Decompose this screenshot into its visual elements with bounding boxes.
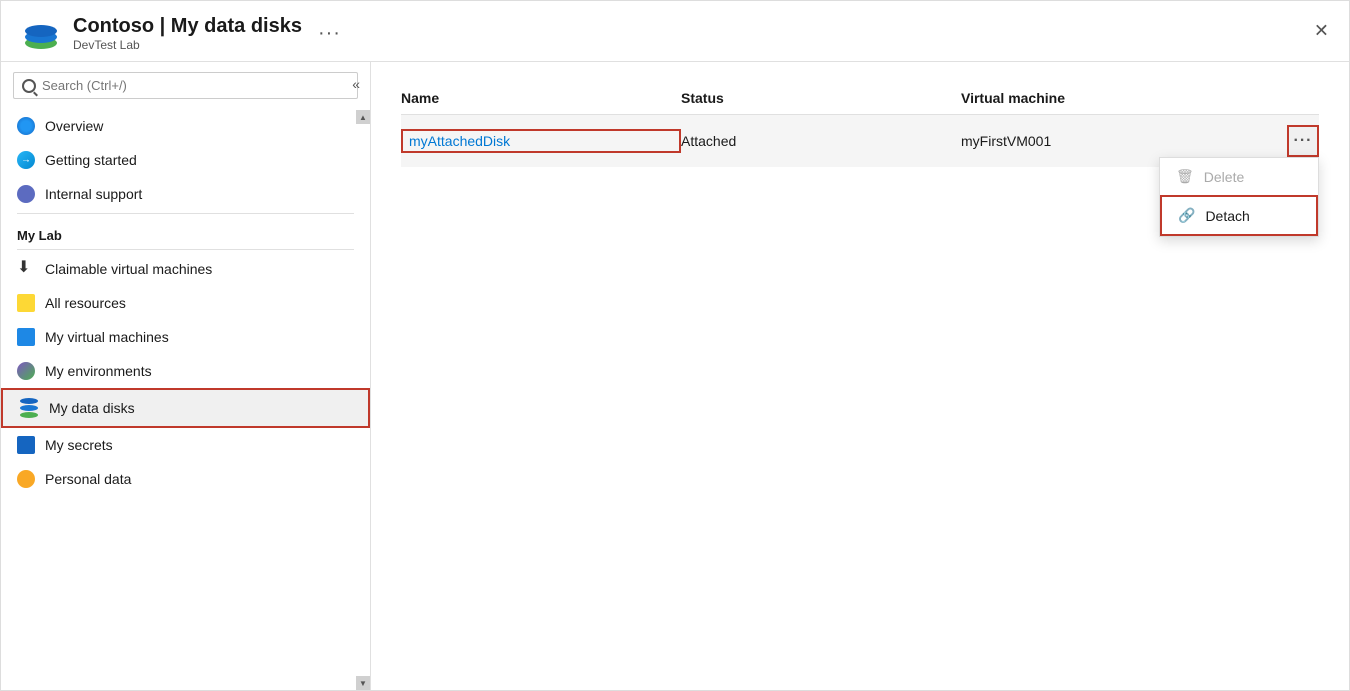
sidebar-item-claimable-vms[interactable]: ⬇ Claimable virtual machines — [1, 252, 370, 286]
context-menu-detach[interactable]: 🔗 Detach — [1160, 195, 1318, 236]
sidebar-item-label: Personal data — [45, 471, 131, 487]
all-resources-icon — [17, 294, 35, 312]
scroll-up-arrow[interactable]: ▲ — [356, 110, 370, 124]
sidebar-item-label: Getting started — [45, 152, 137, 168]
disk-vm: myFirstVM001 — [961, 133, 1287, 149]
page-title: Contoso | My data disks — [73, 15, 302, 38]
search-icon — [22, 79, 36, 93]
nav-divider — [17, 213, 354, 214]
close-button[interactable]: ✕ — [1314, 21, 1329, 42]
my-lab-section-label: My Lab — [1, 216, 370, 247]
collapse-sidebar-button[interactable]: « — [352, 76, 360, 92]
personal-data-icon — [17, 470, 35, 488]
sidebar-item-label: Claimable virtual machines — [45, 261, 212, 277]
sidebar-item-label: All resources — [45, 295, 126, 311]
row-more-button[interactable]: ··· — [1287, 125, 1319, 157]
col-header-vm: Virtual machine — [961, 90, 1319, 106]
internal-support-icon — [17, 185, 35, 203]
sidebar-item-label: Internal support — [45, 186, 142, 202]
sidebar-item-label: My virtual machines — [45, 329, 169, 345]
sidebar-item-label: Overview — [45, 118, 103, 134]
sidebar-nav: Overview Getting started Internal suppor… — [1, 109, 370, 690]
delete-icon: 🗑 — [1176, 168, 1194, 185]
table-header: Name Status Virtual machine — [401, 82, 1319, 115]
disk-status: Attached — [681, 133, 961, 149]
sidebar-item-my-vms[interactable]: My virtual machines — [1, 320, 370, 354]
nav-divider-2 — [17, 249, 354, 250]
sidebar-item-label: My secrets — [45, 437, 113, 453]
sidebar-item-personal-data[interactable]: Personal data — [1, 462, 370, 496]
body: « Overview Getting started Internal supp… — [1, 62, 1349, 690]
data-disks-icon — [19, 398, 39, 418]
sidebar-item-overview[interactable]: Overview — [1, 109, 370, 143]
search-box[interactable] — [13, 72, 358, 99]
context-menu-delete[interactable]: 🗑 Delete — [1160, 158, 1318, 195]
claimable-icon: ⬇ — [17, 260, 35, 278]
overview-icon — [17, 117, 35, 135]
sidebar-item-label: My environments — [45, 363, 152, 379]
disk-name-link[interactable]: myAttachedDisk — [401, 129, 681, 153]
sidebar-item-my-environments[interactable]: My environments — [1, 354, 370, 388]
detach-icon: 🔗 — [1178, 207, 1195, 224]
sidebar-item-my-secrets[interactable]: My secrets — [1, 428, 370, 462]
header-title-group: Contoso | My data disks DevTest Lab — [73, 15, 302, 52]
sidebar-item-getting-started[interactable]: Getting started — [1, 143, 370, 177]
app-logo-icon — [21, 13, 61, 53]
getting-started-icon — [17, 151, 35, 169]
sidebar-item-label: My data disks — [49, 400, 135, 416]
table-row: myAttachedDisk Attached myFirstVM001 ···… — [401, 115, 1319, 167]
context-menu-detach-label: Detach — [1205, 208, 1249, 224]
scroll-down-arrow[interactable]: ▼ — [356, 676, 370, 690]
context-menu: 🗑 Delete 🔗 Detach — [1159, 157, 1319, 237]
page-subtitle: DevTest Lab — [73, 38, 302, 52]
vms-icon — [17, 328, 35, 346]
col-header-status: Status — [681, 90, 961, 106]
sidebar-item-all-resources[interactable]: All resources — [1, 286, 370, 320]
sidebar-item-my-data-disks[interactable]: My data disks — [1, 388, 370, 428]
main-content: Name Status Virtual machine myAttachedDi… — [371, 62, 1349, 690]
header-more-button[interactable]: ··· — [318, 22, 341, 45]
sidebar: « Overview Getting started Internal supp… — [1, 62, 371, 690]
search-input[interactable] — [42, 78, 349, 93]
environments-icon — [17, 362, 35, 380]
context-menu-delete-label: Delete — [1204, 169, 1244, 185]
sidebar-item-internal-support[interactable]: Internal support — [1, 177, 370, 211]
header: Contoso | My data disks DevTest Lab ··· … — [1, 1, 1349, 62]
secrets-icon — [17, 436, 35, 454]
col-header-name: Name — [401, 90, 681, 106]
